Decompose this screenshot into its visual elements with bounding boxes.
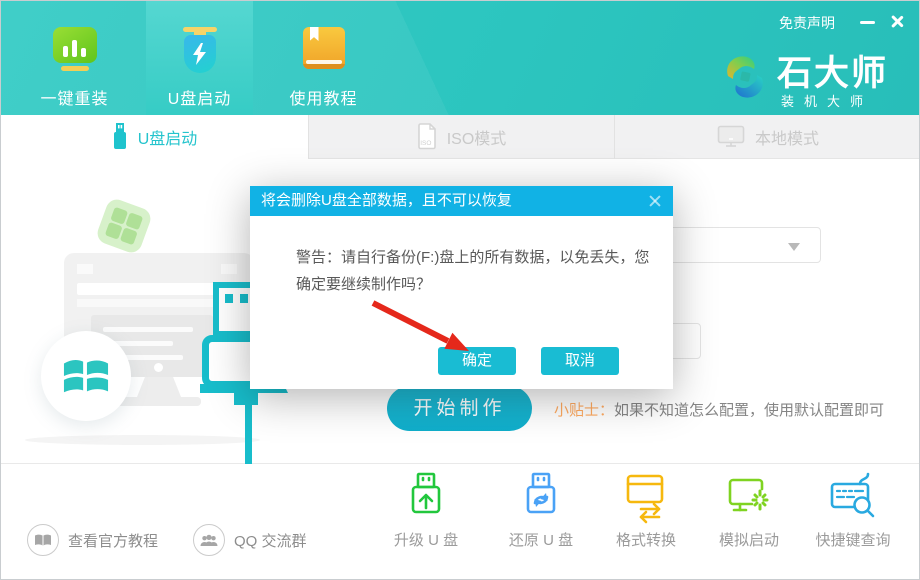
mode-tab-local[interactable]: 本地模式 xyxy=(614,115,920,159)
cancel-button[interactable]: 取消 xyxy=(541,347,619,375)
local-monitor-icon xyxy=(717,125,745,148)
usb-drive-icon xyxy=(112,123,128,151)
tutorial-book-icon xyxy=(270,27,377,79)
footer-bar: 查看官方教程 QQ 交流群 xyxy=(1,463,920,580)
tab-tutorial[interactable]: 使用教程 xyxy=(270,1,377,115)
confirm-dialog: 将会删除U盘全部数据，且不可以恢复 警告：请自行备份(F:)盘上的所有数据，以免… xyxy=(250,186,673,389)
windows-flag-icon xyxy=(63,355,109,397)
iso-file-icon: ISO xyxy=(417,123,437,150)
tab-label: 使用教程 xyxy=(270,85,377,109)
close-icon[interactable] xyxy=(889,13,905,29)
people-icon xyxy=(193,524,225,556)
book-icon xyxy=(27,524,59,556)
brand-name: 石大师 xyxy=(777,45,888,96)
tool-label: 模拟启动 xyxy=(694,529,804,550)
reinstall-icon xyxy=(21,27,128,79)
chevron-down-icon xyxy=(788,243,800,251)
tool-label: 快捷键查询 xyxy=(798,529,908,550)
svg-text:ISO: ISO xyxy=(420,140,431,147)
tool-restore-usb[interactable]: 还原 U 盘 xyxy=(486,472,596,550)
usb-upgrade-icon xyxy=(404,472,448,524)
minimize-icon[interactable] xyxy=(860,21,875,24)
mode-tab-label: U盘启动 xyxy=(138,125,198,149)
qq-group-link[interactable]: QQ 交流群 xyxy=(193,524,307,556)
tool-hotkey-search[interactable]: 快捷键查询 xyxy=(798,472,908,550)
tool-simulate-boot[interactable]: 模拟启动 xyxy=(694,472,804,550)
official-tutorial-link[interactable]: 查看官方教程 xyxy=(27,524,158,556)
tab-usb-boot[interactable]: U盘启动 xyxy=(146,1,253,115)
mode-tab-iso[interactable]: ISO ISO模式 xyxy=(308,115,614,159)
tip-text: 小贴士：如果不知道怎么配置，使用默认配置即可 xyxy=(554,399,884,420)
brand-subtitle: 装机大师 xyxy=(781,91,873,110)
windows-logo-badge xyxy=(41,331,131,421)
usb-shield-icon xyxy=(146,27,253,79)
format-convert-icon xyxy=(624,472,668,524)
tool-label: 升级 U 盘 xyxy=(371,529,481,550)
dialog-message: 警告：请自行备份(F:)盘上的所有数据，以免丢失，您 确定要继续制作吗？ xyxy=(296,244,649,298)
app-window: 一键重装 U盘启动 使用教程 免责声明 xyxy=(0,0,920,580)
simulate-boot-icon xyxy=(726,472,772,524)
usb-restore-icon xyxy=(519,472,563,524)
tab-label: 一键重装 xyxy=(21,85,128,109)
lightning-icon xyxy=(193,43,206,65)
dialog-title: 将会删除U盘全部数据，且不可以恢复 xyxy=(250,186,673,216)
tool-label: 格式转换 xyxy=(591,529,701,550)
tool-format-convert[interactable]: 格式转换 xyxy=(591,472,701,550)
tab-label: U盘启动 xyxy=(146,85,253,109)
mode-tab-label: ISO模式 xyxy=(447,125,507,149)
windows-tile-illustration xyxy=(95,197,154,256)
disclaimer-link[interactable]: 免责声明 xyxy=(779,13,835,33)
brand-logo-icon xyxy=(719,51,771,103)
link-label: 查看官方教程 xyxy=(68,530,158,551)
link-label: QQ 交流群 xyxy=(234,530,307,551)
mode-tab-label: 本地模式 xyxy=(755,125,819,149)
mode-tab-usb[interactable]: U盘启动 xyxy=(1,115,308,159)
app-header: 一键重装 U盘启动 使用教程 免责声明 xyxy=(1,1,920,115)
tip-label: 小贴士： xyxy=(554,402,614,419)
tab-one-key-reinstall[interactable]: 一键重装 xyxy=(21,1,128,115)
start-make-button[interactable]: 开始制作 xyxy=(387,386,532,431)
tool-upgrade-usb[interactable]: 升级 U 盘 xyxy=(371,472,481,550)
tool-label: 还原 U 盘 xyxy=(486,529,596,550)
dialog-close-icon[interactable] xyxy=(648,194,662,208)
confirm-button[interactable]: 确定 xyxy=(438,347,516,375)
hotkey-search-icon xyxy=(830,472,876,524)
